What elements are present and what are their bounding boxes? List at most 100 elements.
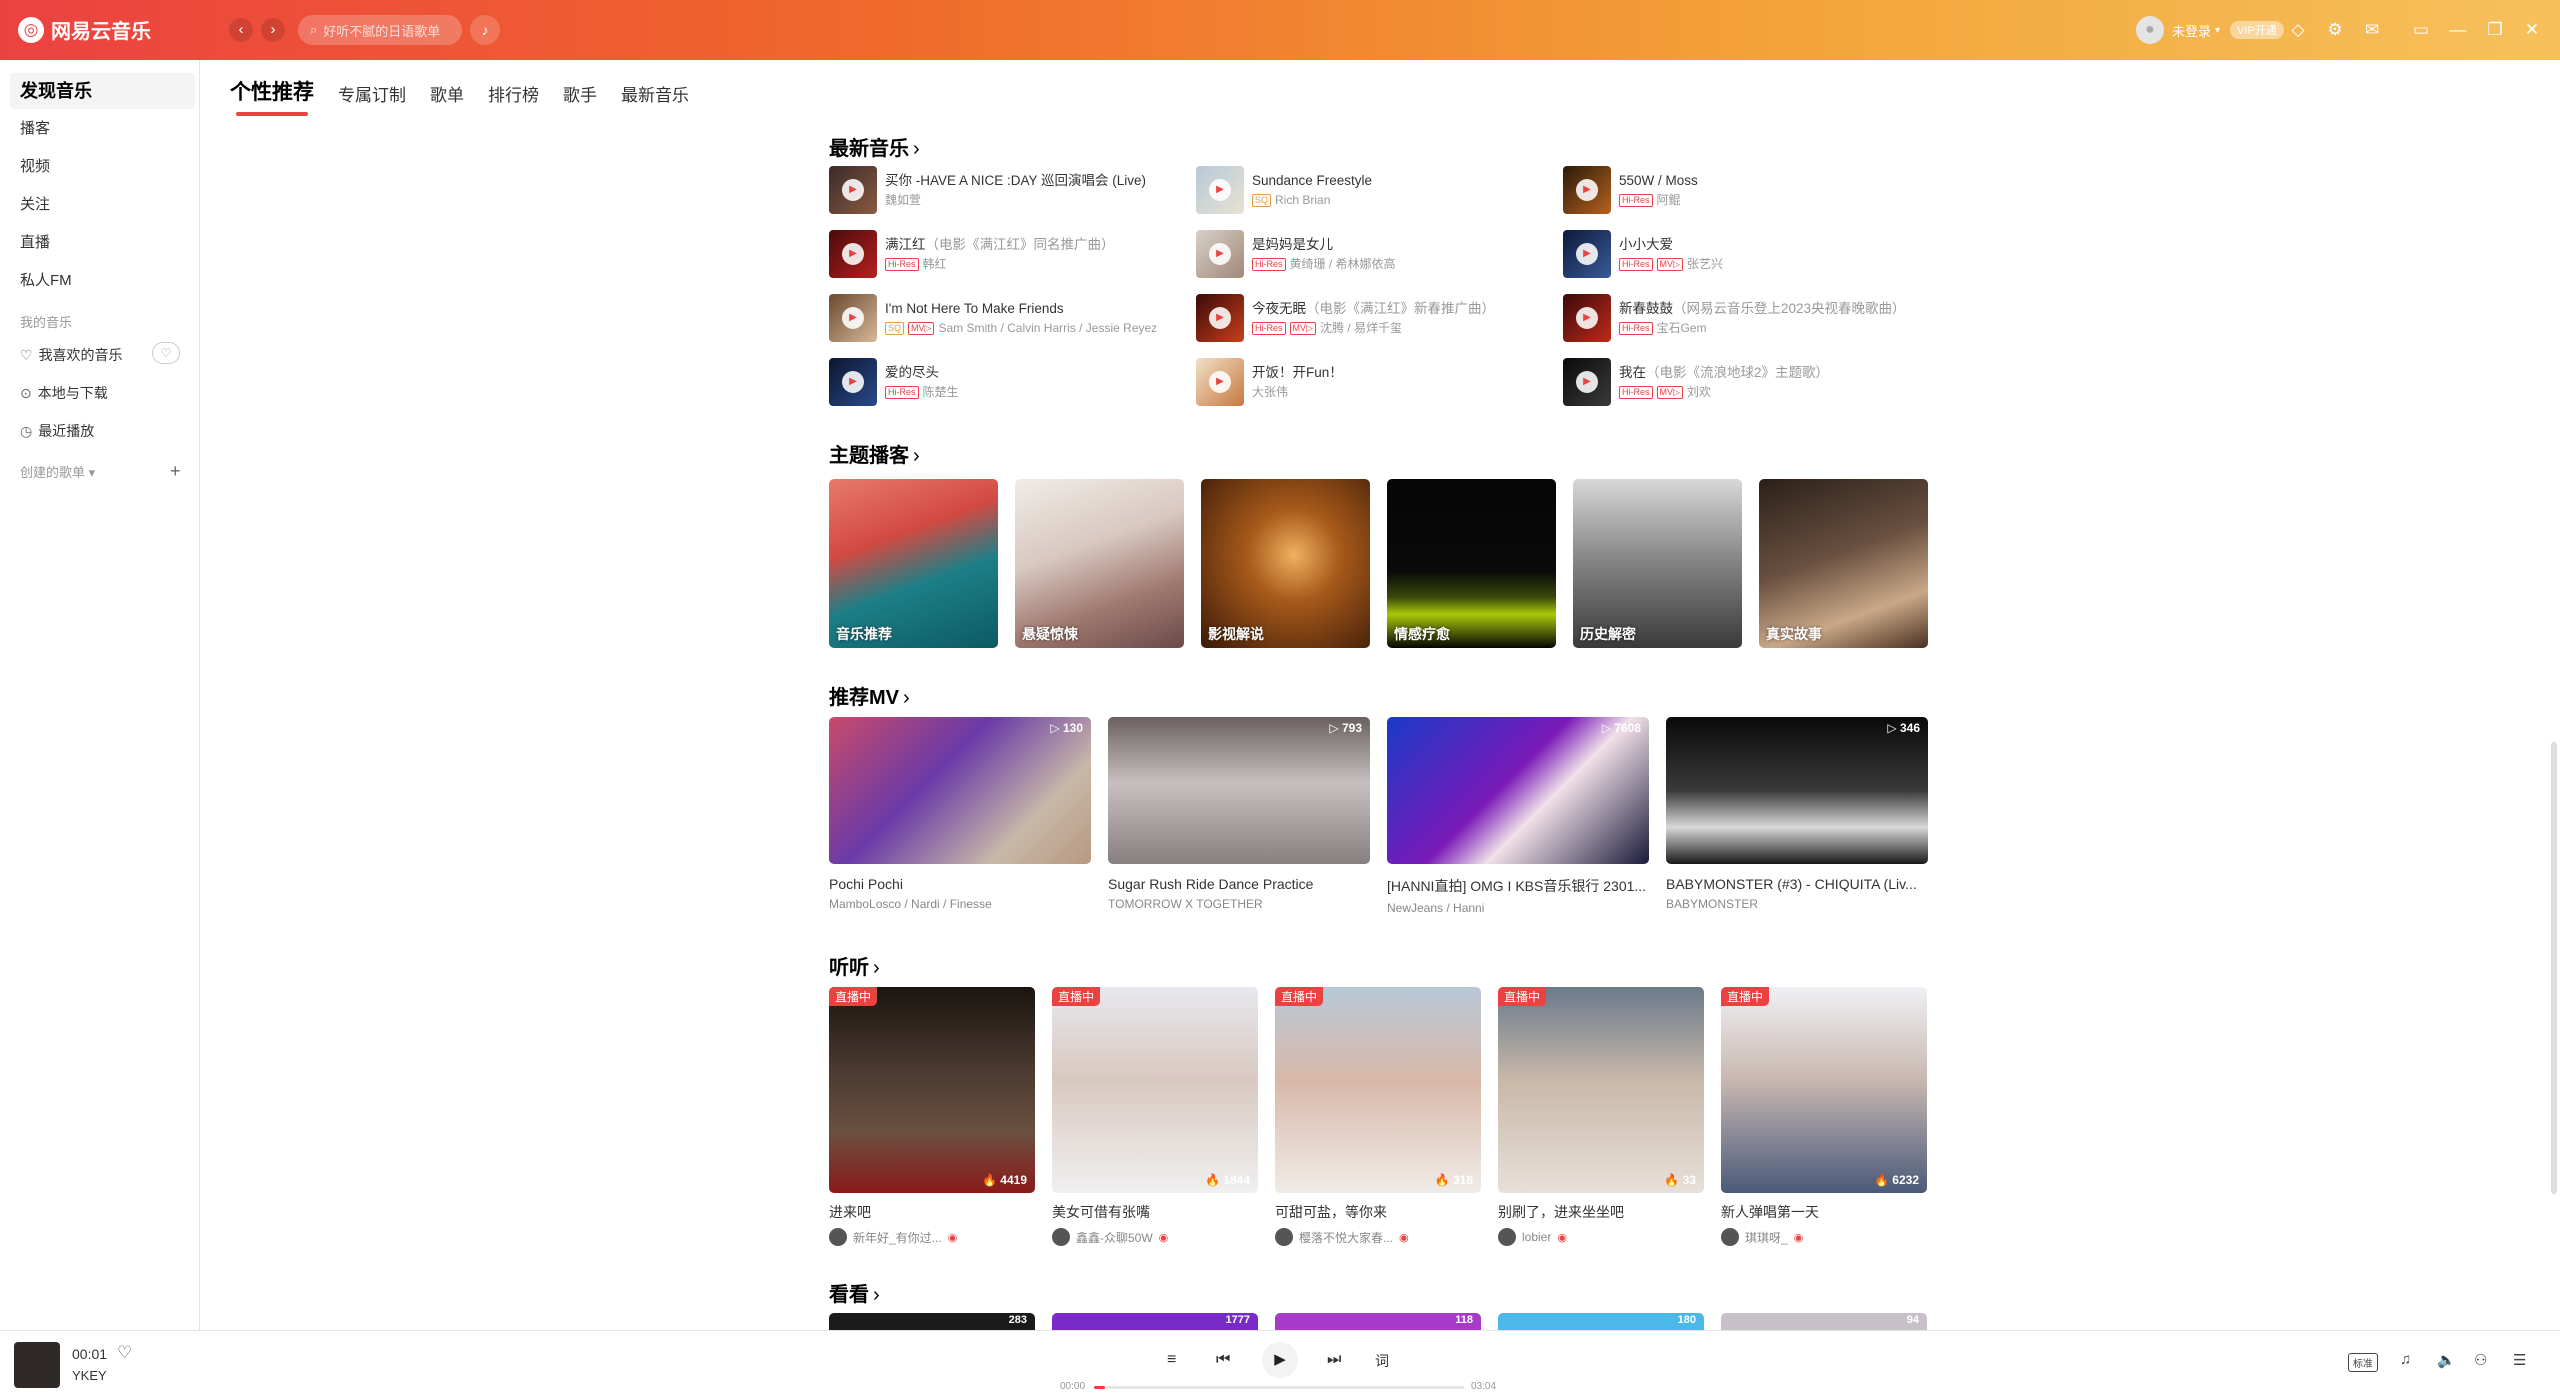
sidebar-item-fm[interactable]: 私人FM [20, 269, 72, 290]
song-title[interactable]: I'm Not Here To Make Friends [885, 299, 1157, 319]
play-icon[interactable]: ▶ [1576, 307, 1598, 329]
song-title[interactable]: 开饭！开Fun！ [1252, 363, 1343, 383]
sidebar-item-video[interactable]: 视频 [20, 155, 50, 176]
song-item[interactable]: ▶ 小小大爱 Hi-Res MV▷ 张艺兴 [1563, 230, 1923, 278]
microphone-icon[interactable]: ♪ [470, 15, 500, 45]
song-title[interactable]: 新春鼓鼓（网易云音乐登上2023央视春晚歌曲） [1619, 299, 1906, 319]
add-playlist-icon[interactable]: + [170, 461, 181, 482]
mv-card[interactable]: ▷ 793 Sugar Rush Ride Dance Practice TOM… [1108, 717, 1370, 911]
song-title[interactable]: 满江红（电影《满江红》同名推广曲） [885, 235, 1115, 255]
mv-title[interactable]: Sugar Rush Ride Dance Practice [1108, 876, 1370, 892]
play-icon[interactable]: ▶ [1576, 371, 1598, 393]
playlist-mode-icon[interactable]: ≡ [1167, 1351, 1176, 1369]
radio-card[interactable]: 音乐推荐 [829, 479, 998, 648]
tab-charts[interactable]: 排行榜 [488, 81, 539, 116]
new-music-heading[interactable]: 最新音乐 › [829, 132, 920, 161]
mv-thumbnail[interactable]: ▷ 793 [1108, 717, 1370, 864]
sidebar-item-recent[interactable]: ◷ 最近播放 [20, 421, 94, 441]
live-card[interactable]: 直播中 🔥 4419 进来吧 新年好_有你过... ◉ [829, 987, 1035, 1246]
live-title[interactable]: 新人弹唱第一天 [1721, 1202, 1927, 1222]
sidebar-item-liked[interactable]: ♡ 我喜欢的音乐 [20, 345, 123, 365]
live-thumbnail[interactable]: 直播中 🔥 33 [1498, 987, 1704, 1193]
play-icon[interactable]: ▶ [1209, 243, 1231, 265]
mv-card[interactable]: ▷ 7608 [HANNI直拍] OMG I KBS音乐银行 2301... N… [1387, 717, 1649, 915]
radio-heading[interactable]: 主题播客 › [829, 439, 920, 468]
live-card[interactable]: 直播中 🔥 318 可甜可盐，等你来 樱落不悦大家春... ◉ [1275, 987, 1481, 1246]
settings-icon[interactable]: ⚙ [2322, 17, 2348, 43]
song-artist[interactable]: 韩红 [923, 255, 947, 273]
live-title[interactable]: 美女可借有张嘴 [1052, 1202, 1258, 1222]
live-host[interactable]: 樱落不悦大家春... ◉ [1275, 1228, 1481, 1246]
live-thumbnail[interactable]: 直播中 🔥 4419 [829, 987, 1035, 1193]
mv-artist[interactable]: NewJeans / Hanni [1387, 901, 1649, 915]
song-item[interactable]: ▶ 爱的尽头 Hi-Res 陈楚生 [829, 358, 1189, 406]
song-title[interactable]: 今夜无眠（电影《满江红》新春推广曲） [1252, 299, 1495, 319]
previous-icon[interactable]: ⏮ [1216, 1351, 1230, 1369]
play-icon[interactable]: ▶ [842, 243, 864, 265]
song-item[interactable]: ▶ 满江红（电影《满江红》同名推广曲） Hi-Res 韩红 [829, 230, 1189, 278]
tab-playlists[interactable]: 歌单 [430, 81, 464, 116]
live-title[interactable]: 别刷了，进来坐坐吧 [1498, 1202, 1704, 1222]
watch-card[interactable]: 118 [1275, 1313, 1481, 1330]
listen-together-icon[interactable]: ⚇ [2474, 1351, 2487, 1369]
song-cover[interactable]: ▶ [1196, 166, 1244, 214]
tab-new-music[interactable]: 最新音乐 [621, 81, 689, 116]
mv-card[interactable]: ▷ 346 BABYMONSTER (#3) - CHIQUITA (Liv..… [1666, 717, 1928, 911]
user-name[interactable]: 未登录 [2172, 21, 2211, 40]
play-icon[interactable]: ▶ [1209, 179, 1231, 201]
mv-artist[interactable]: BABYMONSTER [1666, 897, 1928, 911]
mv-title[interactable]: [HANNI直拍] OMG I KBS音乐银行 2301... [1387, 876, 1649, 896]
song-title[interactable]: 我在（电影《流浪地球2》主题歌） [1619, 363, 1829, 383]
live-host[interactable]: lobier ◉ [1498, 1228, 1704, 1246]
back-arrow-icon[interactable]: ‹ [229, 18, 253, 42]
created-playlists-heading[interactable]: 创建的歌单 ▾ [20, 462, 95, 481]
user-area[interactable]: ● 未登录 ▾ VIP开通 [2136, 16, 2284, 44]
song-item[interactable]: ▶ 我在（电影《流浪地球2》主题歌） Hi-Res MV▷ 刘欢 [1563, 358, 1923, 406]
watch-heading[interactable]: 看看 › [829, 1278, 880, 1307]
song-cover[interactable]: ▶ [1563, 294, 1611, 342]
like-heart-icon[interactable]: ♡ [117, 1343, 132, 1363]
song-artist[interactable]: 阿鲲 [1657, 191, 1681, 209]
search-box[interactable]: ⌕ 好听不腻的日语歌单 [298, 15, 462, 45]
song-item[interactable]: ▶ 买你 -HAVE A NICE :DAY 巡回演唱会 (Live) 魏如萱 [829, 166, 1189, 214]
mv-thumbnail[interactable]: ▷ 346 [1666, 717, 1928, 864]
live-card[interactable]: 直播中 🔥 1844 美女可借有张嘴 鑫鑫-众聊50W ◉ [1052, 987, 1258, 1246]
live-host[interactable]: 新年好_有你过... ◉ [829, 1228, 1035, 1246]
song-item[interactable]: ▶ 开饭！开Fun！ 大张伟 [1196, 358, 1556, 406]
song-title[interactable]: 是妈妈是女儿 [1252, 235, 1396, 255]
sound-effect-icon[interactable]: ♫ [2400, 1351, 2411, 1368]
sidebar-item-live[interactable]: 直播 [20, 231, 50, 252]
mail-icon[interactable]: ✉ [2359, 17, 2385, 43]
watch-card[interactable]: 283 [829, 1313, 1035, 1330]
next-icon[interactable]: ⏭ [1327, 1351, 1341, 1369]
song-cover[interactable]: ▶ [829, 294, 877, 342]
watch-card[interactable]: 94 [1721, 1313, 1927, 1330]
now-playing-artist[interactable]: YKEY [72, 1368, 107, 1383]
song-cover[interactable]: ▶ [1196, 230, 1244, 278]
watch-card[interactable]: 1777 [1052, 1313, 1258, 1330]
close-icon[interactable]: ✕ [2519, 17, 2545, 43]
play-icon[interactable]: ▶ [842, 307, 864, 329]
minimize-icon[interactable]: — [2445, 17, 2471, 43]
song-title[interactable]: 买你 -HAVE A NICE :DAY 巡回演唱会 (Live) [885, 171, 1146, 191]
play-button[interactable]: ▶ [1262, 1342, 1298, 1378]
play-icon[interactable]: ▶ [1576, 243, 1598, 265]
live-thumbnail[interactable]: 直播中 🔥 1844 [1052, 987, 1258, 1193]
radio-card[interactable]: 真实故事 [1759, 479, 1928, 648]
volume-icon[interactable]: 🔈 [2437, 1351, 2456, 1369]
radio-card[interactable]: 情感疗愈 [1387, 479, 1556, 648]
tab-recommend[interactable]: 个性推荐 [230, 76, 314, 116]
radio-card[interactable]: 悬疑惊悚 [1015, 479, 1184, 648]
mv-card[interactable]: ▷ 130 Pochi Pochi MamboLosco / Nardi / F… [829, 717, 1091, 911]
song-cover[interactable]: ▶ [829, 166, 877, 214]
live-card[interactable]: 直播中 🔥 33 别刷了，进来坐坐吧 lobier ◉ [1498, 987, 1704, 1246]
scrollbar[interactable] [2551, 742, 2557, 1194]
radio-card[interactable]: 历史解密 [1573, 479, 1742, 648]
heart-mode-button[interactable]: ♡ [152, 342, 180, 364]
sidebar-item-follow[interactable]: 关注 [20, 193, 50, 214]
song-cover[interactable]: ▶ [1563, 230, 1611, 278]
mv-thumbnail[interactable]: ▷ 7608 [1387, 717, 1649, 864]
song-cover[interactable]: ▶ [1196, 358, 1244, 406]
live-host[interactable]: 鑫鑫-众聊50W ◉ [1052, 1228, 1258, 1246]
song-item[interactable]: ▶ Sundance Freestyle SQ Rich Brian [1196, 166, 1556, 214]
